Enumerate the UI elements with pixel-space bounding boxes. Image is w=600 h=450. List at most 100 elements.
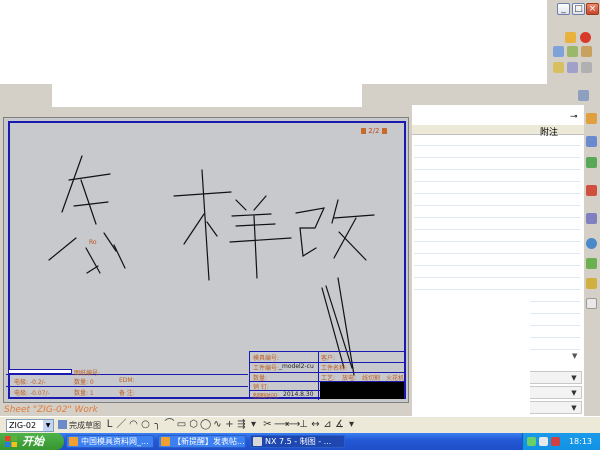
rectangle-tool-icon[interactable]: ▭ [176, 420, 187, 431]
taskbar-clock[interactable]: 18:13 [569, 437, 592, 446]
chevron-down-icon: ▼ [571, 404, 577, 412]
lower-left-white-field [8, 369, 72, 374]
scroll-down-icon[interactable]: ▼ [572, 352, 582, 362]
resource-reuse-icon[interactable] [586, 185, 597, 196]
nx-app-icon [253, 437, 262, 446]
resource-palette-icon[interactable] [586, 278, 597, 289]
chevron-down-icon: ▼ [43, 420, 53, 431]
dropdown-arrow-icon[interactable]: ▾ [248, 420, 259, 431]
drawing-canvas[interactable]: 2/2 Ro 模具编号: 客户: 工件编号: _model2-cu 工件名称: … [3, 117, 409, 403]
tb-model-no-label: 模具编号: [253, 355, 280, 362]
close-icon[interactable]: × [586, 3, 599, 15]
pin-icon[interactable]: ⊸ [570, 112, 580, 122]
tb-drawing-value: _model2-cu [279, 363, 314, 370]
toolbar-record-icon[interactable] [580, 32, 591, 43]
tb-machine-label: 火花机 [386, 375, 405, 382]
resource-assembly-icon[interactable] [586, 136, 597, 147]
toolbar-dim-icon[interactable] [567, 62, 578, 73]
finish-sketch-label[interactable]: 完成草图 [69, 420, 101, 431]
chevron-down-icon: ▼ [571, 374, 577, 382]
resource-part-icon[interactable] [586, 157, 597, 168]
arc-tool-icon[interactable]: ◠ [128, 420, 139, 431]
trim-tool-icon[interactable]: ✂ [262, 420, 273, 431]
minimize-icon[interactable]: _ [557, 3, 570, 15]
maximize-icon[interactable]: □ [572, 3, 585, 15]
security-icon[interactable] [551, 437, 560, 446]
taskbar: 开始 中国模具资料网_... 【新提醒】发表帖... NX 7.5 - 制图 -… [0, 433, 600, 450]
lb-row2-c: 备 注: [119, 390, 135, 397]
point-tool-icon[interactable]: + [224, 420, 235, 431]
sheet-selector-value: ZIG-02 [9, 421, 37, 430]
resource-history-icon[interactable] [586, 213, 597, 224]
taskbar-item-label: NX 7.5 - 制图 - ... [265, 437, 332, 446]
start-label: 开始 [22, 435, 44, 448]
tb-cut-label: 放电: [342, 375, 357, 382]
small-red-note: Ro [89, 239, 97, 246]
toolbar-view-icon[interactable] [553, 46, 564, 57]
lb-row1-a: 电极: -0.2/- [14, 379, 46, 386]
resource-pin-icon[interactable] [586, 113, 597, 124]
redaction-block-top [0, 0, 547, 84]
chamfer-tool-icon[interactable]: ⌒ [164, 420, 175, 431]
sheet-selector[interactable]: ZIG-02 ▼ [6, 419, 54, 432]
lb-row2-a: 电极: -0.07/- [14, 390, 50, 397]
mirror-tool-icon[interactable]: ⟷ [286, 420, 300, 431]
extend-tool-icon[interactable]: ⟶ [274, 420, 288, 431]
taskbar-item-mold-site[interactable]: 中国模具资料网_... [66, 435, 154, 448]
profile-tool-icon[interactable]: ᒪ [104, 420, 115, 431]
title-block: 模具编号: 客户: 工件编号: _model2-cu 工件名称: 数量: 工艺:… [249, 351, 405, 400]
lb-row2-b: 数量: 1 [74, 390, 94, 397]
lb-bottom-label: 图纸编号: [74, 370, 101, 377]
tb-customer-label: 客户: [321, 355, 336, 362]
relation-tool-icon[interactable]: ⊿ [322, 420, 333, 431]
resource-web-icon[interactable] [586, 258, 597, 269]
column-header-notes[interactable]: 附注 [540, 125, 558, 138]
lb-row1-c: EDM: [119, 377, 135, 384]
toolbar-more-icon[interactable] [581, 62, 592, 73]
taskbar-item-label: 【新提醒】发表帖... [173, 437, 245, 446]
redaction-block-top-lower [52, 84, 362, 107]
toolbar-edit-icon[interactable] [581, 46, 592, 57]
spline-tool-icon[interactable]: ∿ [212, 420, 223, 431]
circle-tool-icon[interactable]: ○ [140, 420, 151, 431]
volume-icon[interactable] [539, 437, 548, 446]
more-tools-icon[interactable]: ▾ [346, 420, 357, 431]
tb-wire-label: 线切割 [362, 375, 381, 382]
finish-sketch-icon[interactable] [58, 420, 67, 429]
offset-tool-icon[interactable]: ⇶ [236, 420, 247, 431]
system-tray: 18:13 [522, 433, 600, 450]
taskbar-item-forum-post[interactable]: 【新提醒】发表帖... [158, 435, 246, 448]
tb-pin-label: 销 钉: [253, 384, 269, 391]
side-panel-header-row [412, 125, 584, 135]
toolbar-layer-icon[interactable] [567, 46, 578, 57]
fillet-tool-icon[interactable]: ╮ [152, 420, 163, 431]
toolbar-note-icon[interactable] [553, 62, 564, 73]
tb-black-box [320, 382, 404, 399]
nx-drafting-window: _ □ × 2/2 Ro 模具编号: 客户: 工件编号: _model2-cu … [0, 0, 600, 450]
tb-date-value: 2014.8.30 [283, 391, 314, 398]
browser-icon [161, 437, 170, 446]
tb-material-label: 工件名称: [321, 365, 348, 372]
chevron-down-icon: ▼ [571, 389, 577, 397]
toolbar-window-icon[interactable] [578, 90, 589, 101]
constraint-tool-icon[interactable]: ⊥ [298, 420, 309, 431]
dimension-tool-icon[interactable]: ↔ [310, 420, 321, 431]
network-icon[interactable] [527, 437, 536, 446]
lb-row1-b: 数量: 0 [74, 379, 94, 386]
redaction-block-right [412, 300, 530, 423]
toolbar-folder-icon[interactable] [565, 32, 576, 43]
tb-date-label: 制图时间: [253, 393, 280, 400]
browser-icon [69, 437, 78, 446]
sketch-toolbar: ZIG-02 ▼ 完成草图 ᒪ ／ ◠ ○ ╮ ⌒ ▭ ⬡ ◯ ∿ + ⇶ ▾ … [0, 416, 600, 433]
start-button[interactable]: 开始 [0, 433, 64, 450]
sheet-status-text: Sheet "ZIG-02" Work [4, 405, 98, 415]
taskbar-item-nx[interactable]: NX 7.5 - 制图 - ... [250, 435, 345, 448]
polygon-tool-icon[interactable]: ⬡ [188, 420, 199, 431]
ellipse-tool-icon[interactable]: ◯ [200, 420, 211, 431]
line-tool-icon[interactable]: ／ [116, 420, 127, 431]
resource-roles-icon[interactable] [586, 298, 597, 309]
tb-qty-label: 数量: [253, 375, 268, 382]
resource-clock-icon[interactable] [586, 238, 597, 249]
convert-tool-icon[interactable]: ∡ [334, 420, 345, 431]
taskbar-item-label: 中国模具资料网_... [81, 437, 149, 446]
